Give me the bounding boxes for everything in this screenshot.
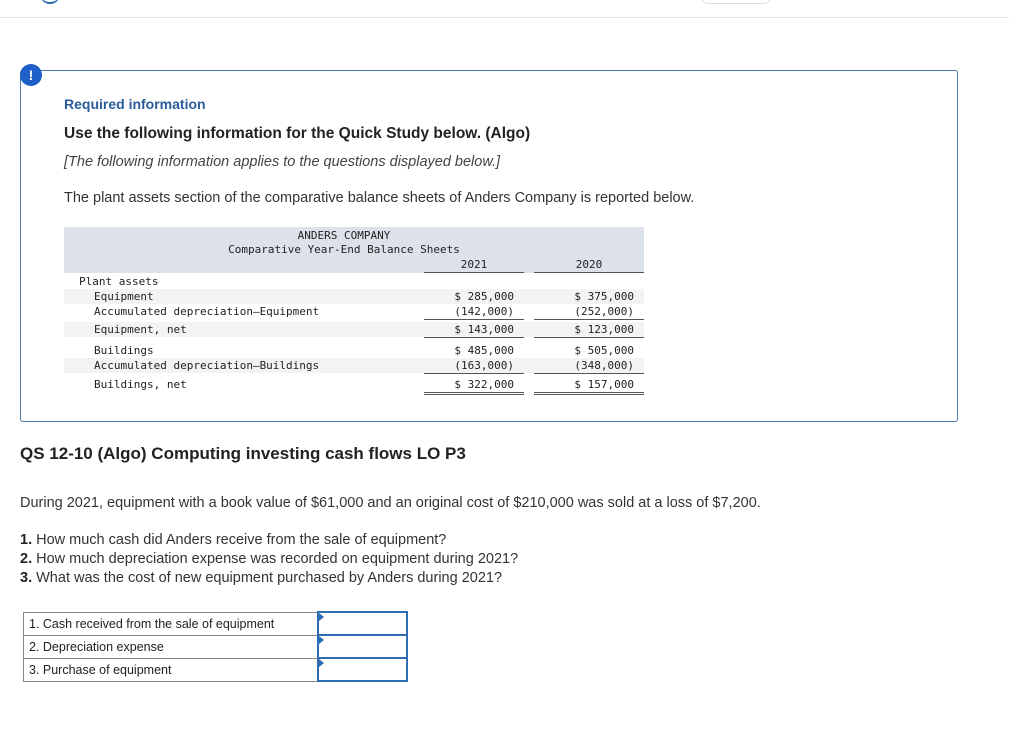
year-column-2021: 2021 [424,258,524,273]
row-label: Equipment, net [94,323,187,336]
answer-cell [317,657,408,682]
table-row: Buildings $ 485,000 $ 505,000 [64,343,644,358]
answer-label: 2. Depreciation expense [23,634,319,659]
value-2020: $ 375,000 [574,290,634,303]
use-info-heading: Use the following information for the Qu… [64,125,531,142]
required-information-panel: Required information Use the following i… [20,70,958,422]
answer-row: 2. Depreciation expense [23,634,408,659]
table-row: Buildings, net $ 322,000 $ 157,000 [64,377,644,395]
value-2020: (252,000) [534,304,644,320]
answer-row: 3. Purchase of equipment [23,657,408,682]
value-2021: $ 485,000 [454,344,514,357]
question-text: What was the cost of new equipment purch… [36,570,503,586]
required-info-title: Required information [64,96,206,112]
answer-cell [317,634,408,659]
exclamation-icon: ! [20,64,42,86]
top-left-tab-edge [40,0,60,4]
section-row: Plant assets [64,274,644,289]
question-number: 3. [20,570,33,586]
row-label: Buildings, net [94,378,187,391]
value-2021: (142,000) [424,304,524,320]
answer-table: 1. Cash received from the sale of equipm… [23,611,408,682]
cash-received-input[interactable] [319,614,403,633]
answer-cell [317,611,408,636]
table-row: Equipment, net $ 143,000 $ 123,000 [64,322,644,338]
input-marker-icon [319,636,324,644]
question-number: 2. [20,551,33,567]
value-2020: $ 157,000 [534,377,644,395]
question-prompt: During 2021, equipment with a book value… [20,495,761,511]
input-marker-icon [319,659,324,667]
question-number: 1. [20,532,33,548]
value-2021: (163,000) [424,358,524,374]
year-column-2020: 2020 [534,258,644,273]
balance-sheet-table: ANDERS COMPANY Comparative Year-End Bala… [64,227,644,395]
question-list: 1. How much cash did Anders receive from… [20,531,518,588]
question-item: 1. How much cash did Anders receive from… [20,531,518,550]
answer-row: 1. Cash received from the sale of equipm… [23,611,408,636]
balance-sheet-subtitle: Comparative Year-End Balance Sheets [228,243,460,256]
row-label: Equipment [94,290,154,303]
plant-assets-label: Plant assets [79,275,159,288]
question-text: How much cash did Anders receive from th… [36,532,447,548]
top-right-button-edge[interactable] [700,0,772,4]
value-2020: $ 505,000 [574,344,634,357]
table-row: Accumulated depreciation—Buildings (163,… [64,358,644,374]
question-title: QS 12-10 (Algo) Computing investing cash… [20,444,466,463]
balance-sheet-header: ANDERS COMPANY Comparative Year-End Bala… [64,227,644,273]
row-label: Accumulated depreciation—Buildings [94,359,320,372]
value-2020: $ 123,000 [534,322,644,338]
answer-label: 3. Purchase of equipment [23,657,319,682]
applies-note: [The following information applies to th… [64,154,501,170]
input-marker-icon [319,613,324,621]
company-name: ANDERS COMPANY [297,229,391,242]
depreciation-expense-input[interactable] [319,637,403,656]
question-item: 2. How much depreciation expense was rec… [20,550,518,569]
table-row: Equipment $ 285,000 $ 375,000 [64,289,644,304]
value-2021: $ 285,000 [454,290,514,303]
question-item: 3. What was the cost of new equipment pu… [20,569,518,588]
value-2020: (348,000) [534,358,644,374]
row-label: Accumulated depreciation—Equipment [94,305,320,318]
row-label: Buildings [94,344,154,357]
table-row: Accumulated depreciation—Equipment (142,… [64,304,644,320]
value-2021: $ 143,000 [424,322,524,338]
top-bar [0,0,1009,18]
value-2021: $ 322,000 [424,377,524,395]
answer-label: 1. Cash received from the sale of equipm… [23,611,319,636]
question-text: How much depreciation expense was record… [36,551,519,567]
purchase-equipment-input[interactable] [319,660,403,679]
plant-assets-description: The plant assets section of the comparat… [64,190,695,206]
